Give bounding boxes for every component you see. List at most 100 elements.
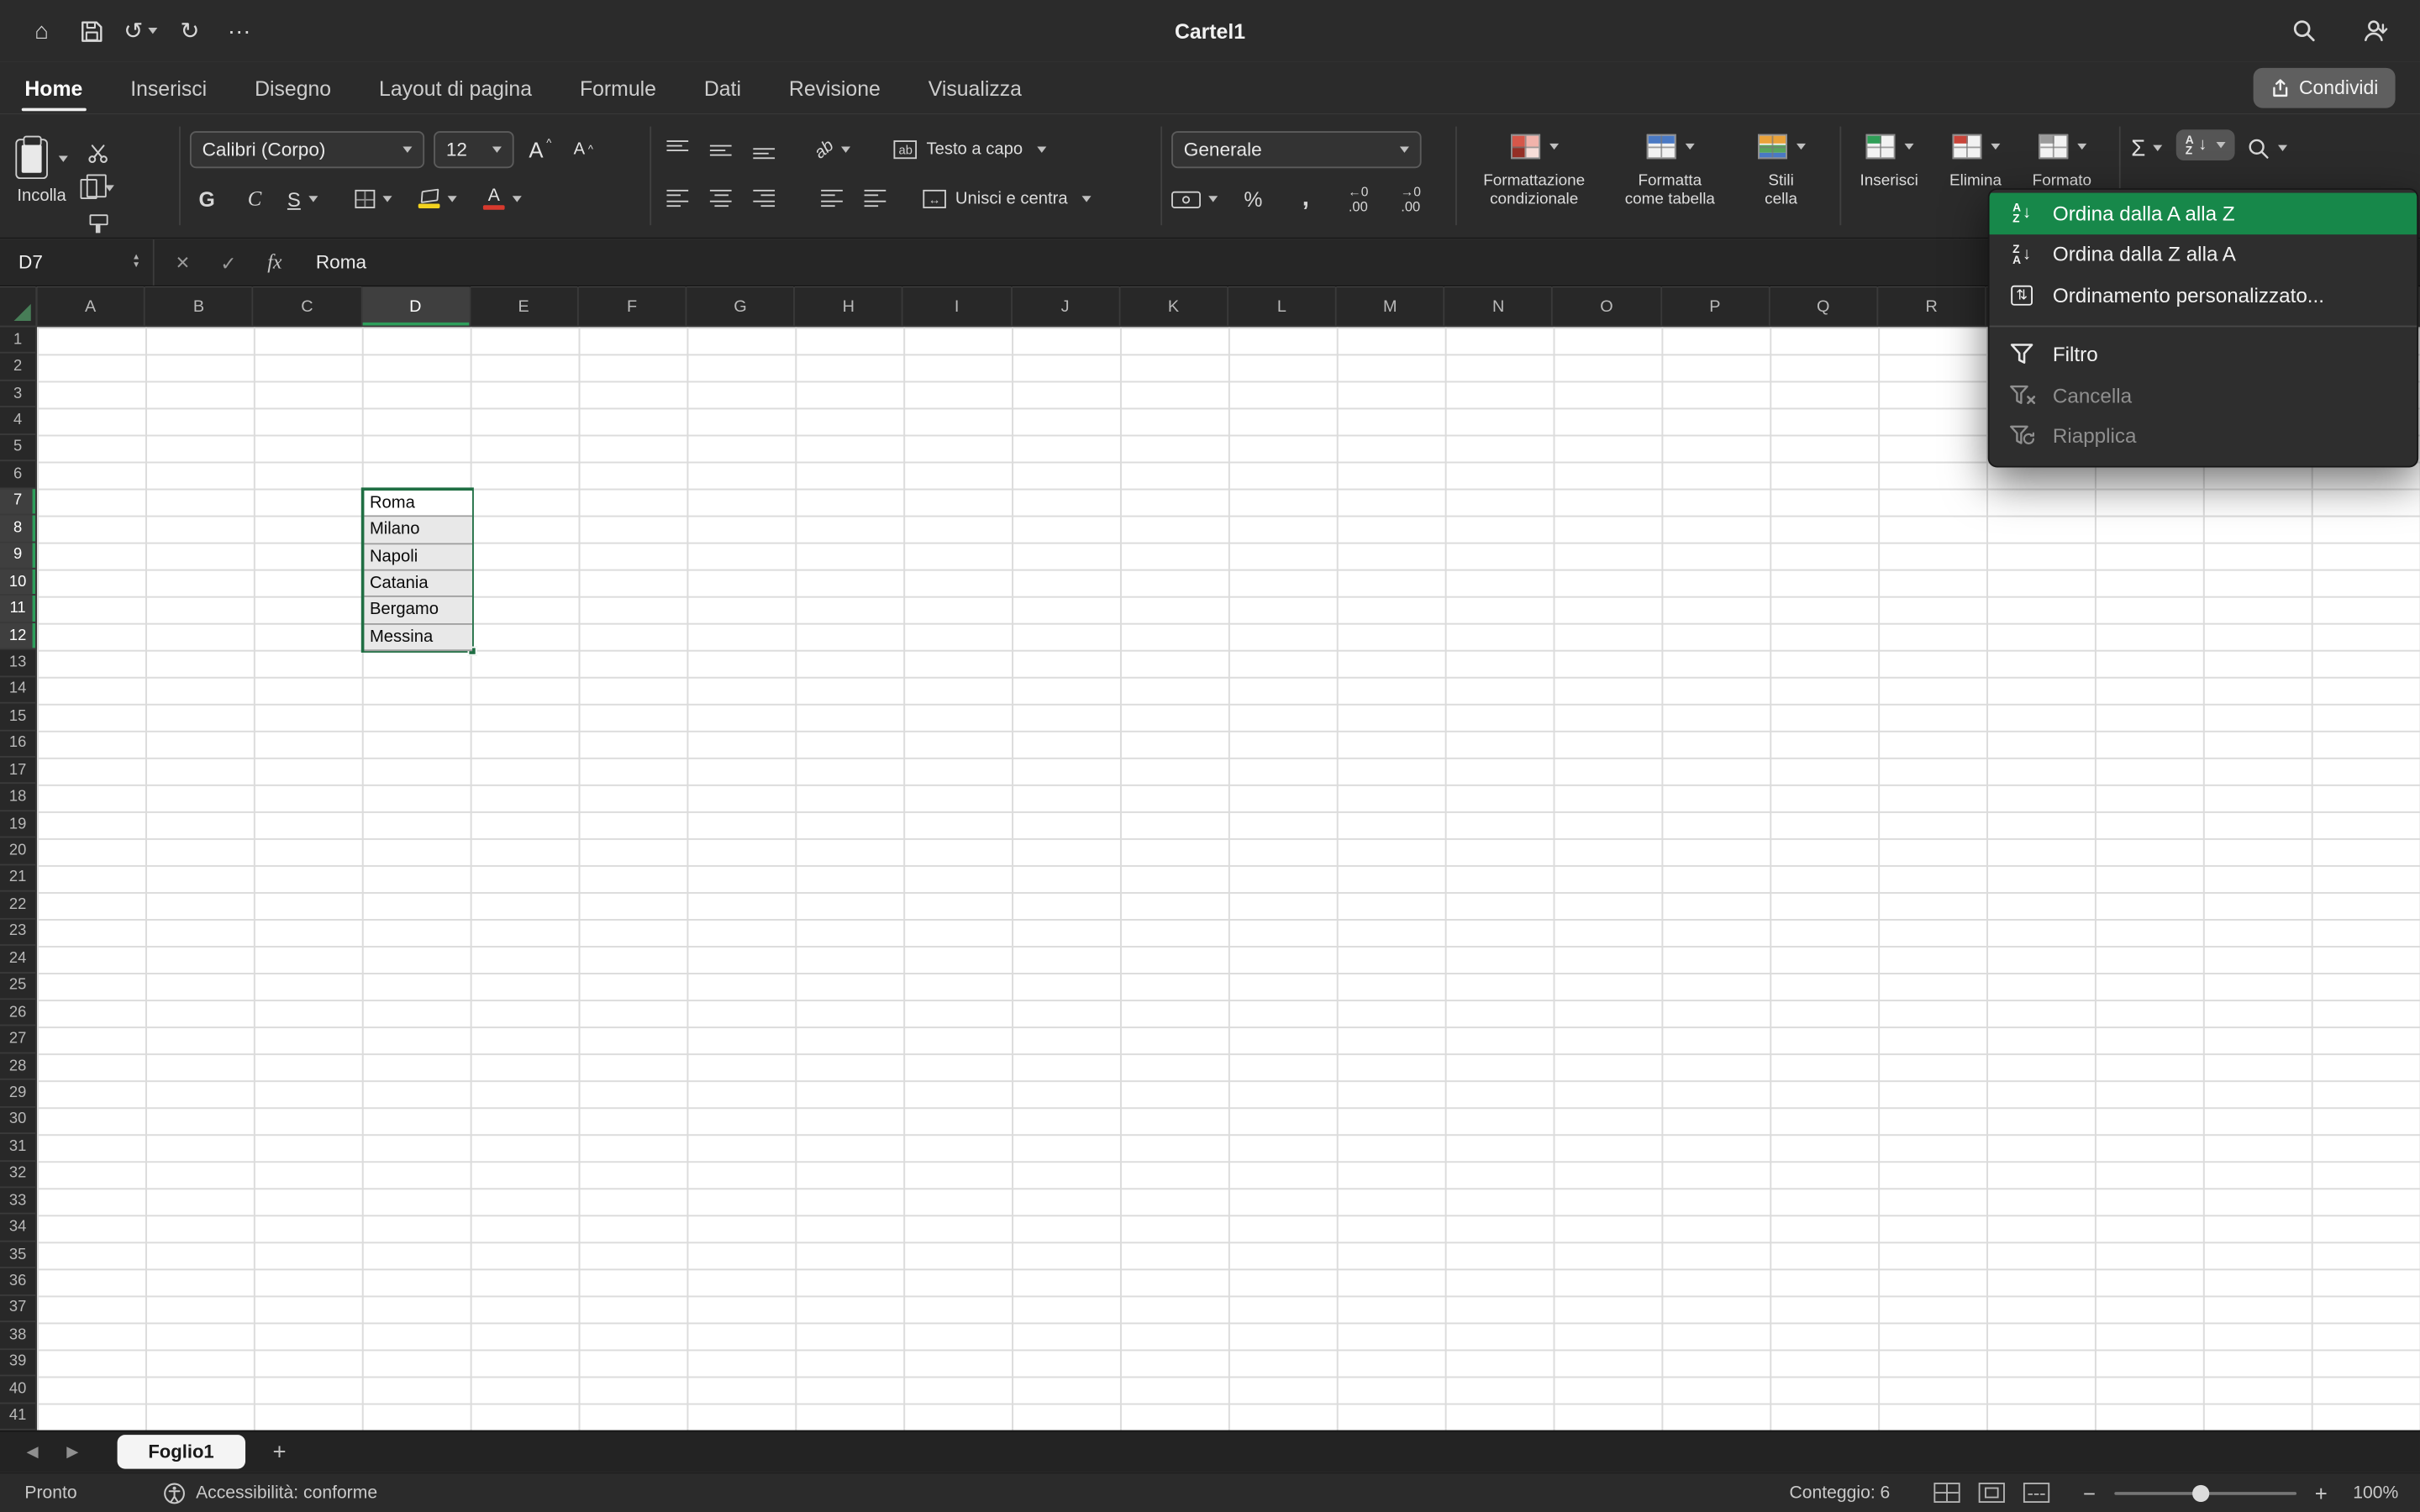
find-chevron-icon[interactable] [2278,145,2287,151]
row-header-17[interactable]: 17 [0,758,35,785]
delete-cells-chevron-icon[interactable] [1990,144,1999,150]
row-header-33[interactable]: 33 [0,1188,35,1215]
sort-filter-button[interactable]: AZ ↓ [2176,129,2235,160]
row-header-25[interactable]: 25 [0,973,35,1000]
menu-item-sort-az[interactable]: AZ↓Ordina dalla A alla Z [1990,193,2417,234]
insert-cells-button[interactable]: Inserisci [1850,123,1928,238]
conditional-formatting-button[interactable]: Formattazione condizionale [1466,123,1602,238]
currency-chevron-icon[interactable] [1208,196,1218,202]
cell-D11[interactable]: Bergamo [364,598,472,625]
comma-format-button[interactable]: , [1289,181,1323,218]
zoom-slider[interactable] [2114,1491,2296,1494]
row-header-4[interactable]: 4 [0,407,35,434]
account-icon[interactable] [2355,11,2396,51]
paste-button[interactable]: Incolla [15,125,67,238]
row-header-6[interactable]: 6 [0,462,35,489]
copy-button[interactable] [81,176,114,200]
sheet-nav-right-icon[interactable]: ▶ [59,1443,87,1460]
row-header-19[interactable]: 19 [0,811,35,838]
font-size-select[interactable]: 12 [434,131,514,168]
row-header-40[interactable]: 40 [0,1376,35,1403]
save-icon[interactable] [71,11,111,51]
cut-button[interactable] [81,140,114,165]
increase-font-button[interactable]: A^ [523,131,557,168]
ribbon-tab-home[interactable]: Home [24,76,82,100]
autosum-button[interactable]: Σ [2130,129,2164,166]
column-header-K[interactable]: K [1120,287,1228,326]
cell-D10[interactable]: Catania [364,571,472,598]
cell-D12[interactable]: Messina [364,625,472,652]
row-header-8[interactable]: 8 [0,516,35,543]
merge-center-button[interactable]: ↔ Unisci e centra [923,181,1091,218]
row-header-27[interactable]: 27 [0,1026,35,1053]
row-header-10[interactable]: 10 [0,570,35,596]
align-right-button[interactable] [747,181,781,218]
column-header-L[interactable]: L [1228,287,1337,326]
row-header-39[interactable]: 39 [0,1349,35,1376]
row-header-37[interactable]: 37 [0,1295,35,1322]
increase-indent-button[interactable] [858,181,892,218]
row-header-13[interactable]: 13 [0,650,35,677]
column-header-N[interactable]: N [1445,287,1554,326]
paste-menu-chevron-icon[interactable] [59,156,68,162]
fill-color-chevron-icon[interactable] [448,196,457,202]
align-bottom-button[interactable] [747,131,781,168]
column-header-G[interactable]: G [687,287,795,326]
row-header-12[interactable]: 12 [0,623,35,650]
row-header-2[interactable]: 2 [0,354,35,381]
column-header-M[interactable]: M [1337,287,1445,326]
add-sheet-button[interactable]: + [272,1439,286,1465]
column-header-Q[interactable]: Q [1770,287,1878,326]
search-icon[interactable] [2284,11,2324,51]
share-button[interactable]: Condividi [2253,68,2396,108]
ribbon-tab-inserisci[interactable]: Inserisci [130,76,207,100]
row-header-18[interactable]: 18 [0,785,35,811]
sort-filter-chevron-icon[interactable] [2216,142,2225,148]
column-header-A[interactable]: A [37,287,145,326]
column-header-C[interactable]: C [254,287,362,326]
accessibility-status[interactable]: Accessibilità: conforme [196,1483,377,1502]
row-header-9[interactable]: 9 [0,543,35,570]
column-header-P[interactable]: P [1661,287,1770,326]
row-header-32[interactable]: 32 [0,1161,35,1188]
row-header-29[interactable]: 29 [0,1080,35,1107]
undo-menu-chevron-icon[interactable] [148,28,157,34]
align-top-button[interactable] [660,131,694,168]
row-header-38[interactable]: 38 [0,1322,35,1349]
sheet-nav-left-icon[interactable]: ◀ [18,1443,46,1460]
menu-item-filter[interactable]: Filtro [1990,334,2417,375]
align-left-button[interactable] [660,181,694,218]
row-header-15[interactable]: 15 [0,704,35,731]
ribbon-tab-formule[interactable]: Formule [580,76,656,100]
row-header-34[interactable]: 34 [0,1215,35,1242]
confirm-entry-icon[interactable]: ✓ [220,250,236,274]
cell-styles-chevron-icon[interactable] [1796,144,1805,150]
row-header-24[interactable]: 24 [0,946,35,973]
row-header-3[interactable]: 3 [0,381,35,407]
italic-button[interactable]: C [238,181,271,218]
normal-view-icon[interactable] [1933,1483,1960,1503]
page-layout-view-icon[interactable] [1978,1483,2004,1503]
row-header-31[interactable]: 31 [0,1134,35,1161]
font-color-button[interactable]: A [483,181,522,218]
page-break-view-icon[interactable] [2023,1483,2049,1503]
row-header-35[interactable]: 35 [0,1242,35,1268]
column-header-H[interactable]: H [795,287,903,326]
percent-format-button[interactable]: % [1236,181,1270,218]
row-header-36[interactable]: 36 [0,1268,35,1295]
ribbon-tab-disegno[interactable]: Disegno [255,76,331,100]
borders-button[interactable] [355,181,392,218]
redo-button[interactable]: ↻ [170,11,210,51]
format-cells-chevron-icon[interactable] [2076,144,2086,150]
name-box[interactable]: D7 ▲▼ [0,239,155,286]
zoom-level[interactable]: 100% [2346,1483,2398,1502]
wrap-text-chevron-icon[interactable] [1037,146,1046,152]
row-header-21[interactable]: 21 [0,865,35,892]
cell-styles-button[interactable]: Stili cella [1738,123,1824,238]
menu-item-sort-za[interactable]: ZA↓Ordina dalla Z alla A [1990,234,2417,275]
row-header-26[interactable]: 26 [0,1000,35,1026]
decrease-decimal-button[interactable]: →0.00 [1394,181,1428,218]
autosum-chevron-icon[interactable] [2153,145,2162,151]
ribbon-tab-revisione[interactable]: Revisione [789,76,881,100]
row-header-7[interactable]: 7 [0,489,35,516]
